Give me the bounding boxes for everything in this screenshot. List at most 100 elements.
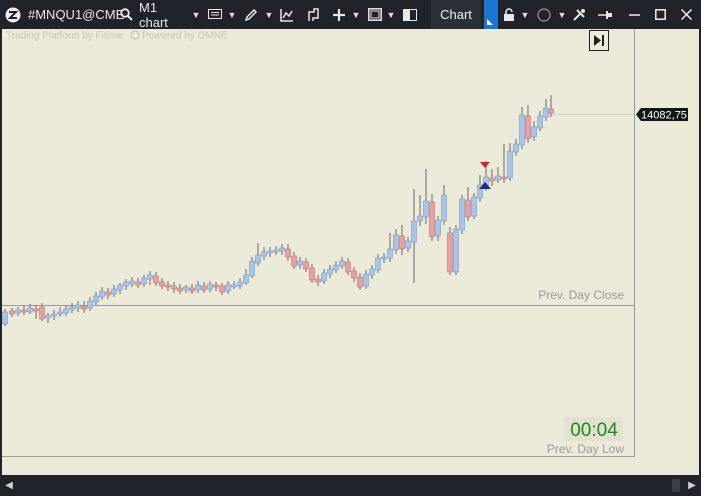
timeframe-dropdown[interactable]: M1 chart [139,0,189,30]
candlestick-series [2,95,554,326]
candle-body [21,309,27,313]
tools-icon[interactable] [571,0,587,29]
candle-body [291,255,297,267]
candle-body [405,240,411,249]
candle-body [369,268,375,276]
symbol-label[interactable]: #MNQU1@CME [28,0,124,29]
candle-body [489,177,495,182]
minimize-icon[interactable] [627,0,641,29]
chart-canvas[interactable]: Trading Platform by Fitime Powered by OM… [2,29,699,475]
candle-body [171,285,177,290]
window-icon[interactable] [367,0,383,29]
candle-body [513,143,519,153]
chart-window: #MNQU1@CME M1 chart ▼ ▼ ▼ ▼ ▼ Chart ▼ ▼ … [0,0,701,496]
scroll-left-icon[interactable]: ◀ [2,475,16,496]
scroll-right-icon[interactable]: ▶ [685,475,699,496]
candle-body [309,267,315,281]
candle-body [273,249,279,253]
chevron-down-icon[interactable]: ▼ [557,0,567,29]
crosshair-icon[interactable] [331,0,347,29]
candle-body [297,260,303,266]
pencil-icon[interactable] [243,0,259,29]
candle-body [423,200,429,218]
candle-body [15,309,21,314]
lock-icon[interactable] [502,0,516,29]
candle-timer: 00:04 [570,420,618,441]
candle-body [267,250,273,254]
chevron-down-icon[interactable]: ▼ [191,0,201,29]
chart-area[interactable]: Trading Platform by Fitime Powered by OM… [2,29,699,475]
candle-body [159,281,165,287]
candle-body [219,285,225,293]
candle-body [93,295,99,303]
candle-body [105,291,111,296]
chevron-down-icon[interactable]: ▼ [520,0,530,29]
candle-body [39,306,45,320]
candle-body [345,261,351,273]
app-logo-icon[interactable] [4,0,22,29]
candle-body [507,150,513,179]
candle-body [243,274,249,284]
candle-body [381,256,387,260]
candle-body [279,247,285,252]
horizontal-scrollbar[interactable] [0,475,701,496]
candle-body [195,284,201,291]
candle-body [99,290,105,298]
toolbar: #MNQU1@CME M1 chart ▼ ▼ ▼ ▼ ▼ Chart ▼ ▼ [0,0,701,30]
candle-body [123,281,129,287]
candle-body [225,284,231,292]
template-icon[interactable] [207,0,223,29]
last-price-label: 14082,75 [641,110,687,122]
candle-body [75,304,81,309]
omne-logo-icon [130,30,140,40]
price-tag: 14082,75 [636,108,688,122]
candle-body [399,235,405,250]
candle-body [315,278,321,283]
candle-body [177,287,183,292]
candle-body [213,284,219,288]
go-to-latest-button[interactable] [589,30,609,51]
pin-icon[interactable] [597,0,613,29]
candle-body [63,308,69,314]
candle-body [51,313,57,317]
chevron-down-icon[interactable]: ▼ [351,0,361,29]
indicator-icon[interactable] [279,0,295,29]
trade-icon[interactable] [305,0,321,29]
maximize-icon[interactable] [653,0,667,29]
sell-marker-icon[interactable] [480,162,490,168]
candle-body [321,272,327,282]
candle-body [57,311,63,315]
candle-body [153,275,159,284]
candle-body [201,285,207,291]
candle-body [189,287,195,292]
candle-body [87,300,93,309]
candle-body [417,215,423,222]
window-accent [484,0,498,29]
candle-body [465,199,471,218]
candle-body [537,115,543,129]
candle-body [111,288,117,295]
layout-icon[interactable] [402,0,418,29]
candle-body [33,308,39,312]
chevron-down-icon[interactable]: ▼ [227,0,237,29]
candle-body [501,176,507,180]
candle-body [231,284,237,288]
candle-body [525,115,531,140]
candle-body [165,284,171,288]
circle-icon[interactable] [536,0,552,29]
watermark-left: Trading Platform by Fitime [6,31,123,42]
chevron-down-icon[interactable]: ▼ [386,0,396,29]
candle-body [285,248,291,258]
candle-body [429,201,435,238]
close-icon[interactable] [679,0,693,29]
chevron-down-icon[interactable]: ▼ [264,0,274,29]
candle-body [548,108,554,114]
candle-body [117,284,123,291]
candle-body [135,281,141,286]
candle-body [147,274,153,280]
prev-day-close-label: Prev. Day Close [538,288,624,302]
chart-button[interactable]: Chart [431,0,481,29]
candle-body [363,273,369,287]
search-icon[interactable] [118,0,134,29]
scroll-thumb[interactable] [672,479,680,492]
